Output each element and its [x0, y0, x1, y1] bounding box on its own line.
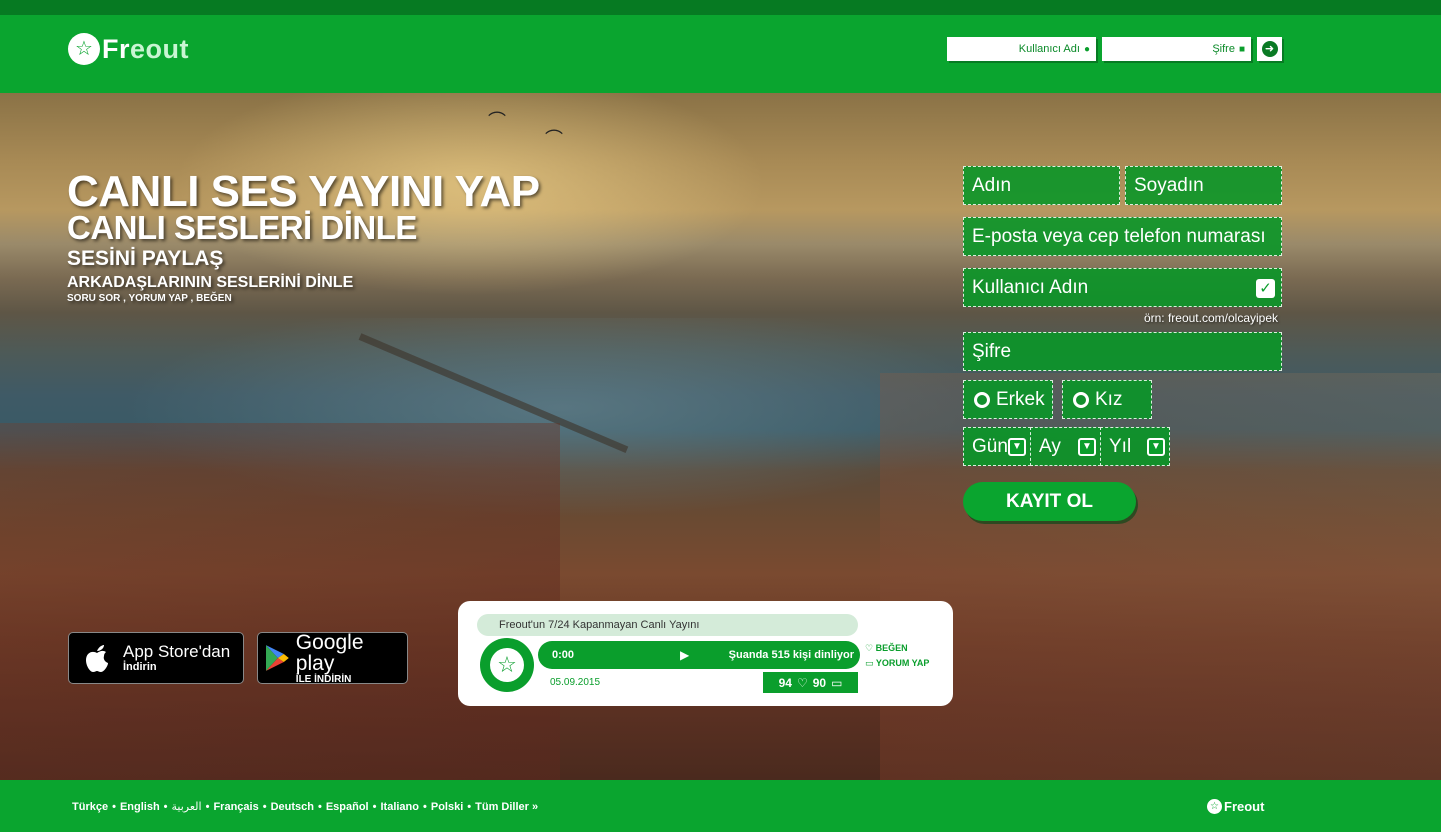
chevron-down-icon: ▼	[1147, 438, 1165, 456]
username-input[interactable]: Kullanıcı Adın ✓	[963, 268, 1282, 307]
double-chevron-down-icon[interactable]: »	[529, 801, 538, 813]
gender-female-label: Kız	[1095, 388, 1123, 410]
live-player-card: Freout'un 7/24 Kapanmayan Canlı Yayını ☆…	[458, 601, 953, 706]
headline-ask-comment-like: SORU SOR , YORUM YAP , BEĞEN	[67, 293, 232, 304]
heart-icon: ♡	[796, 675, 808, 690]
star-icon: ☆	[68, 33, 100, 65]
apple-icon	[86, 645, 108, 672]
bird-icon: ⌒	[488, 111, 506, 131]
like-button[interactable]: ♡ BEĞEN	[865, 641, 929, 656]
lang-french[interactable]: Français	[213, 801, 258, 813]
player-stats: 94 ♡ 90 ▭	[763, 672, 858, 693]
star-icon: ☆	[1207, 799, 1222, 814]
listener-count: Şuanda 515 kişi dinliyor	[728, 649, 854, 661]
comment-button[interactable]: ▭ YORUM YAP	[865, 656, 929, 671]
comment-icon: ▭	[865, 658, 876, 668]
header: ☆ Freout Kullanıcı Adı ● Şifre ■ ➜	[0, 15, 1441, 93]
google-play-sublabel: İLE İNDİRİN	[295, 673, 352, 685]
gender-male-label: Erkek	[996, 388, 1045, 410]
logo-text: Freout	[102, 33, 189, 64]
comment-label: YORUM YAP	[875, 658, 930, 668]
login-submit-button[interactable]: ➜	[1257, 37, 1282, 61]
player-date: 05.09.2015	[550, 677, 601, 688]
headline-share-voice: SESİNİ PAYLAŞ	[67, 247, 224, 270]
login-password-input[interactable]: Şifre ■	[1102, 37, 1251, 61]
freout-logo[interactable]: ☆ Freout	[68, 32, 189, 66]
radio-icon	[974, 391, 990, 408]
first-name-input[interactable]: Adın	[963, 166, 1120, 205]
player-avatar[interactable]: ☆	[480, 638, 534, 692]
birth-year-select[interactable]: Yıl ▼	[1100, 427, 1170, 466]
heart-icon: ♡	[865, 643, 876, 653]
register-button[interactable]: KAYIT OL	[963, 482, 1136, 521]
headline-listen-friends: ARKADAŞLARININ SESLERİNİ DİNLE	[67, 274, 354, 291]
app-store-label: App Store'dan	[123, 642, 231, 661]
password-input[interactable]: Şifre	[963, 332, 1282, 371]
lang-arabic[interactable]: العربية	[172, 800, 202, 813]
comment-count: 90	[812, 675, 827, 690]
birth-day-label: Gün	[972, 435, 1008, 457]
top-strip	[0, 0, 1441, 15]
login-username-input[interactable]: Kullanıcı Adı ●	[947, 37, 1096, 61]
player-time: 0:00	[552, 649, 575, 661]
chevron-down-icon: ▼	[1078, 438, 1096, 456]
chevron-down-icon: ▼	[1008, 438, 1026, 456]
separator: •	[112, 800, 116, 813]
like-count: 94	[778, 675, 792, 690]
birth-year-label: Yıl	[1109, 435, 1132, 457]
separator: •	[262, 800, 267, 813]
player-title: Freout'un 7/24 Kapanmayan Canlı Yayını	[477, 614, 858, 636]
arrow-right-circle-icon: ➜	[1261, 41, 1278, 57]
footer-logo-text: Freout	[1224, 799, 1265, 814]
star-icon: ☆	[490, 648, 524, 682]
lang-spanish[interactable]: Español	[326, 801, 369, 813]
footer: Türkçe • English • العربية • Français • Deut…	[0, 780, 1441, 832]
app-store-button[interactable]: App Store'dan İndirin	[68, 632, 244, 684]
separator: •	[205, 800, 210, 813]
play-icon[interactable]: ▶	[680, 648, 689, 662]
birth-day-select[interactable]: Gün ▼	[963, 427, 1031, 466]
email-phone-input[interactable]: E-posta veya cep telefon numarası	[963, 217, 1282, 256]
lang-all[interactable]: Tüm Diller	[475, 801, 529, 813]
google-play-label: Google play	[295, 630, 364, 675]
lang-german[interactable]: Deutsch	[271, 801, 314, 813]
comment-icon: ▭	[831, 675, 843, 690]
gender-male-radio[interactable]: Erkek	[963, 380, 1053, 419]
lang-polish[interactable]: Polski	[431, 801, 463, 813]
separator: •	[372, 800, 377, 813]
language-list: Türkçe • English • العربية • Français • Deut…	[72, 800, 538, 814]
email-phone-placeholder: E-posta veya cep telefon numarası	[972, 225, 1266, 247]
player-progress-bar[interactable]: 0:00 ▶ Şuanda 515 kişi dinliyor	[538, 641, 860, 669]
lock-icon: ■	[1238, 43, 1245, 55]
radio-icon	[1073, 391, 1089, 408]
login-password-placeholder: Şifre	[1212, 43, 1235, 55]
google-play-icon	[265, 645, 289, 671]
separator: •	[467, 800, 472, 813]
login-username-placeholder: Kullanıcı Adı	[1018, 43, 1080, 55]
check-icon: ✓	[1256, 279, 1275, 298]
player-actions: ♡ BEĞEN ▭ YORUM YAP	[865, 641, 929, 671]
headline-listen-live: CANLI SESLERİ DİNLE	[67, 209, 417, 246]
username-placeholder: Kullanıcı Adın	[972, 276, 1089, 298]
app-store-sublabel: İndirin	[123, 661, 157, 673]
separator: •	[163, 800, 168, 813]
lang-english[interactable]: English	[120, 801, 160, 813]
last-name-placeholder: Soyadın	[1134, 174, 1204, 196]
bird-icon: ⌒	[545, 129, 563, 149]
birth-month-select[interactable]: Ay ▼	[1030, 427, 1101, 466]
google-play-button[interactable]: Google play İLE İNDİRİN	[257, 632, 408, 684]
first-name-placeholder: Adın	[972, 174, 1012, 196]
separator: •	[317, 800, 322, 813]
lang-italian[interactable]: Italiano	[380, 801, 419, 813]
username-hint: örn: freout.com/olcayipek	[1143, 311, 1278, 325]
separator: •	[423, 800, 427, 813]
user-icon: ●	[1083, 43, 1090, 55]
birth-month-label: Ay	[1039, 435, 1061, 457]
lang-turkish[interactable]: Türkçe	[72, 801, 108, 813]
gender-female-radio[interactable]: Kız	[1062, 380, 1152, 419]
like-label: BEĞEN	[875, 643, 908, 653]
footer-logo[interactable]: ☆ Freout	[1207, 799, 1264, 814]
password-placeholder: Şifre	[972, 340, 1012, 362]
last-name-input[interactable]: Soyadın	[1125, 166, 1282, 205]
